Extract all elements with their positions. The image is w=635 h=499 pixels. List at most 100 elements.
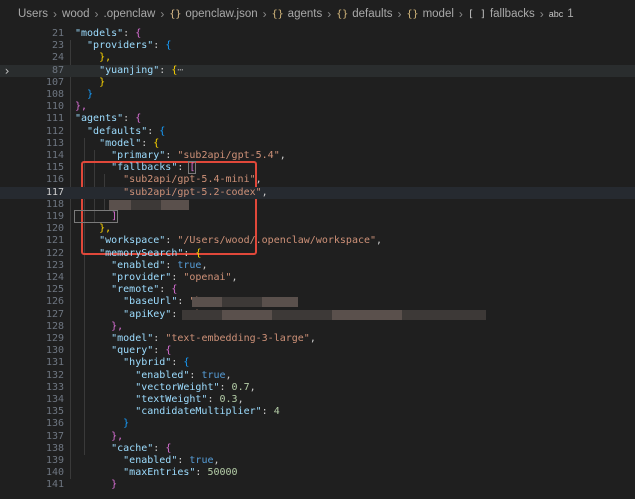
- code-line[interactable]: 135 "candidateMultiplier": 4: [0, 406, 635, 418]
- code-token: :: [183, 247, 196, 259]
- code-token: "baseUrl": [75, 296, 178, 308]
- breadcrumb-item[interactable]: {} openclaw.json: [169, 8, 257, 20]
- breadcrumb-item[interactable]: [ ] fallbacks: [468, 8, 535, 20]
- code-line[interactable]: 141 }: [0, 479, 635, 491]
- code-token: "remote": [75, 284, 160, 296]
- code-line[interactable]: 21 "models": {: [0, 28, 635, 40]
- code-token: },: [75, 101, 88, 113]
- code-line[interactable]: 114 "primary": "sub2api/gpt-5.4",: [0, 150, 635, 162]
- breadcrumb-separator-icon: ›: [160, 7, 165, 21]
- code-text: }: [75, 89, 93, 101]
- code-line[interactable]: 113 "model": {: [0, 138, 635, 150]
- breadcrumb-label: openclaw.json: [185, 8, 258, 20]
- code-token: :: [207, 394, 220, 405]
- code-line[interactable]: 133 "vectorWeight": 0.7,: [0, 382, 635, 394]
- code-line[interactable]: 140 "maxEntries": 50000: [0, 467, 635, 479]
- code-line[interactable]: 137 },: [0, 431, 635, 443]
- code-line[interactable]: 23 "providers": {: [0, 40, 635, 52]
- line-number: 122: [45, 247, 64, 259]
- line-number: 137: [45, 430, 64, 442]
- code-line[interactable]: 131 "hybrid": {: [0, 357, 635, 369]
- line-number: 111: [45, 113, 64, 125]
- code-line[interactable]: 118: [0, 199, 635, 211]
- code-text: "model": "text-embedding-3-large",: [75, 333, 316, 345]
- code-token: [: [188, 161, 197, 175]
- line-number: 108: [45, 89, 64, 100]
- code-line[interactable]: 129 "model": "text-embedding-3-large",: [0, 333, 635, 345]
- code-text: "enabled": true,: [75, 370, 231, 382]
- code-line[interactable]: 136 }: [0, 418, 635, 430]
- code-line[interactable]: 138 "cache": {: [0, 443, 635, 455]
- code-token: ,: [279, 150, 286, 161]
- line-number: 139: [45, 455, 64, 466]
- line-number: 113: [45, 137, 64, 149]
- code-line[interactable]: 119 ]: [0, 210, 635, 223]
- line-number: 23: [51, 40, 64, 52]
- breadcrumb-item[interactable]: wood: [62, 8, 90, 20]
- code-line[interactable]: 123 "enabled": true,: [0, 260, 635, 272]
- code-token: :: [153, 40, 166, 52]
- breadcrumb-item[interactable]: {} defaults: [336, 8, 392, 20]
- code-token: :: [171, 272, 184, 283]
- breadcrumb-item[interactable]: abc 1: [549, 8, 574, 20]
- code-line[interactable]: 121 "workspace": "/Users/wood/.openclaw/…: [0, 235, 635, 247]
- code-line[interactable]: 24 },: [0, 52, 635, 64]
- code-text: "query": {: [75, 345, 171, 357]
- code-token: ,: [261, 186, 268, 198]
- code-line[interactable]: 115 "fallbacks": [: [0, 161, 635, 175]
- code-text: "fallbacks": [: [75, 161, 197, 175]
- code-token: {: [135, 113, 142, 125]
- array-icon: [ ]: [467, 8, 486, 20]
- code-line[interactable]: 116 "sub2api/gpt-5.4-mini",: [0, 174, 635, 186]
- line-number: 124: [45, 272, 64, 283]
- code-line[interactable]: 112 "defaults": {: [0, 126, 635, 138]
- code-text: },: [75, 223, 111, 235]
- code-line[interactable]: 139 "enabled": true,: [0, 455, 635, 467]
- code-token: :: [171, 357, 184, 369]
- line-number: 130: [45, 345, 64, 357]
- code-line[interactable]: 125 "remote": {: [0, 284, 635, 296]
- code-token: "primary": [75, 150, 166, 161]
- code-token: "provider": [75, 272, 172, 283]
- breadcrumb-item[interactable]: {} model: [407, 8, 454, 20]
- breadcrumb-item[interactable]: Users: [18, 8, 48, 20]
- code-token: :: [261, 406, 274, 418]
- code-line[interactable]: 126 "baseUrl": "ht: [0, 296, 635, 308]
- code-token: "providers": [75, 40, 154, 52]
- line-number: 87: [51, 64, 64, 76]
- line-number: 121: [45, 235, 64, 247]
- breadcrumb-separator-icon: ›: [539, 7, 544, 21]
- code-line[interactable]: 132 "enabled": true,: [0, 370, 635, 382]
- code-line[interactable]: 108 }: [0, 89, 635, 101]
- object-icon: {}: [406, 8, 419, 20]
- breadcrumb-item[interactable]: {} agents: [272, 8, 323, 20]
- code-token: {: [165, 40, 172, 52]
- code-line[interactable]: 122 "memorySearch": {: [0, 248, 635, 260]
- breadcrumb-separator-icon: ›: [94, 7, 99, 21]
- code-token: },: [75, 430, 124, 442]
- code-token: ,: [201, 259, 208, 271]
- breadcrumb-item[interactable]: .openclaw: [104, 8, 156, 20]
- code-line[interactable]: 130 "query": {: [0, 345, 635, 357]
- code-text: }: [75, 77, 105, 89]
- code-line[interactable]: › 87 "yuanjing": {⋯: [0, 64, 635, 77]
- code-line[interactable]: 117 "sub2api/gpt-5.2-codex",: [0, 186, 635, 199]
- code-token: 0.7: [231, 381, 250, 393]
- code-text: },: [75, 321, 123, 333]
- code-line[interactable]: 134 "textWeight": 0.3,: [0, 394, 635, 406]
- code-line[interactable]: 111 "agents": {: [0, 113, 635, 125]
- code-token: }: [75, 89, 94, 100]
- code-line[interactable]: 110},: [0, 101, 635, 113]
- breadcrumb-label: 1: [567, 8, 574, 20]
- code-token: true: [177, 259, 202, 271]
- code-token: "sub2api/gpt-5.2-codex": [75, 186, 262, 198]
- code-line[interactable]: 128 },: [0, 321, 635, 333]
- code-token: {: [171, 284, 178, 296]
- code-editor[interactable]: 21 "models": {23 "providers": {24 }, › 87 "…: [0, 28, 635, 499]
- code-line[interactable]: 107 }: [0, 77, 635, 89]
- code-line[interactable]: 124 "provider": "openai",: [0, 272, 635, 284]
- code-line[interactable]: 120 },: [0, 223, 635, 235]
- code-token: "models": [75, 28, 124, 39]
- redacted-block: [222, 309, 272, 320]
- code-token: "vectorWeight": [75, 381, 220, 393]
